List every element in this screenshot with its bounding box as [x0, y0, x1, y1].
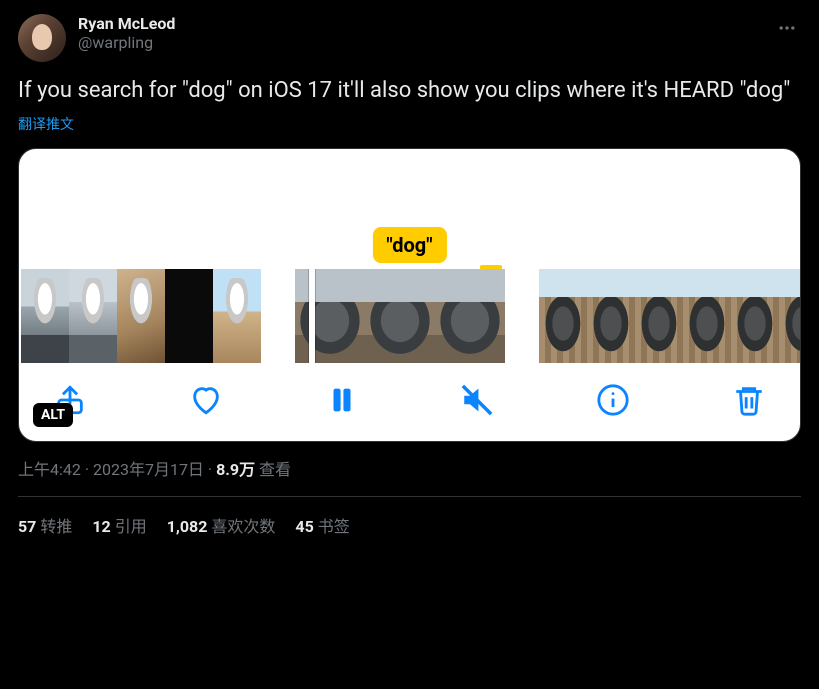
clip-frame[interactable]	[635, 269, 683, 363]
tweet-date[interactable]: 2023年7月17日	[93, 460, 204, 479]
likes-label: 喜欢次数	[211, 517, 275, 536]
divider	[18, 496, 801, 497]
more-icon[interactable]	[773, 14, 801, 46]
search-tag-label: "dog"	[372, 227, 446, 263]
retweets-label: 转推	[40, 517, 72, 536]
clip-frame[interactable]	[435, 269, 505, 363]
clip-frame[interactable]	[731, 269, 779, 363]
clip-frame[interactable]	[213, 269, 261, 363]
clip-frame[interactable]	[539, 269, 587, 363]
views-count[interactable]: 8.9万	[216, 460, 255, 479]
info-icon[interactable]	[596, 383, 630, 417]
quotes-count: 12	[92, 517, 110, 536]
views-label: 查看	[259, 460, 291, 479]
heart-icon[interactable]	[189, 383, 223, 417]
alt-badge[interactable]: ALT	[33, 403, 73, 427]
clip-group[interactable]	[21, 269, 261, 363]
tweet-header: Ryan McLeod @warpling	[18, 14, 801, 62]
display-name[interactable]: Ryan McLeod	[78, 14, 773, 33]
bookmarks-count: 45	[295, 517, 313, 536]
clip-group[interactable]	[539, 269, 800, 363]
user-block: Ryan McLeod @warpling	[78, 14, 773, 52]
media-header-area: "dog"	[19, 149, 800, 269]
clip-frame[interactable]	[21, 269, 69, 363]
media-toolbar	[19, 363, 800, 429]
clip-frame[interactable]	[779, 269, 800, 363]
clip-frame[interactable]	[69, 269, 117, 363]
trash-icon[interactable]	[732, 383, 766, 417]
quotes-stat[interactable]: 12 引用	[92, 513, 146, 537]
clip-group[interactable]	[295, 269, 505, 363]
quotes-label: 引用	[115, 517, 147, 536]
clip-frame[interactable]	[295, 269, 365, 363]
media-card[interactable]: "dog"	[18, 148, 801, 442]
clip-frame[interactable]	[683, 269, 731, 363]
likes-count: 1,082	[167, 517, 208, 536]
clip-frame[interactable]	[587, 269, 635, 363]
bookmarks-stat[interactable]: 45 书签	[295, 513, 349, 537]
bookmarks-label: 书签	[318, 517, 350, 536]
video-timeline[interactable]	[19, 269, 800, 363]
retweets-stat[interactable]: 57转推	[18, 513, 72, 537]
tweet-time[interactable]: 上午4:42	[18, 460, 81, 479]
clip-frame[interactable]	[365, 269, 435, 363]
avatar[interactable]	[18, 14, 66, 62]
playhead[interactable]	[309, 269, 315, 363]
tweet-stats: 57转推 12 引用 1,082喜欢次数 45 书签	[18, 513, 801, 537]
clip-frame[interactable]	[165, 269, 213, 363]
likes-stat[interactable]: 1,082喜欢次数	[167, 513, 276, 537]
translate-link[interactable]: 翻译推文	[18, 114, 74, 134]
tweet-text: If you search for "dog" on iOS 17 it'll …	[18, 76, 801, 106]
user-handle[interactable]: @warpling	[78, 33, 773, 52]
tweet-meta: 上午4:42 · 2023年7月17日 · 8.9万 查看	[18, 456, 801, 480]
pause-icon[interactable]	[325, 383, 359, 417]
retweets-count: 57	[18, 517, 36, 536]
clip-frame[interactable]	[117, 269, 165, 363]
tweet-container: Ryan McLeod @warpling If you search for …	[0, 0, 819, 551]
mute-icon[interactable]	[460, 383, 494, 417]
